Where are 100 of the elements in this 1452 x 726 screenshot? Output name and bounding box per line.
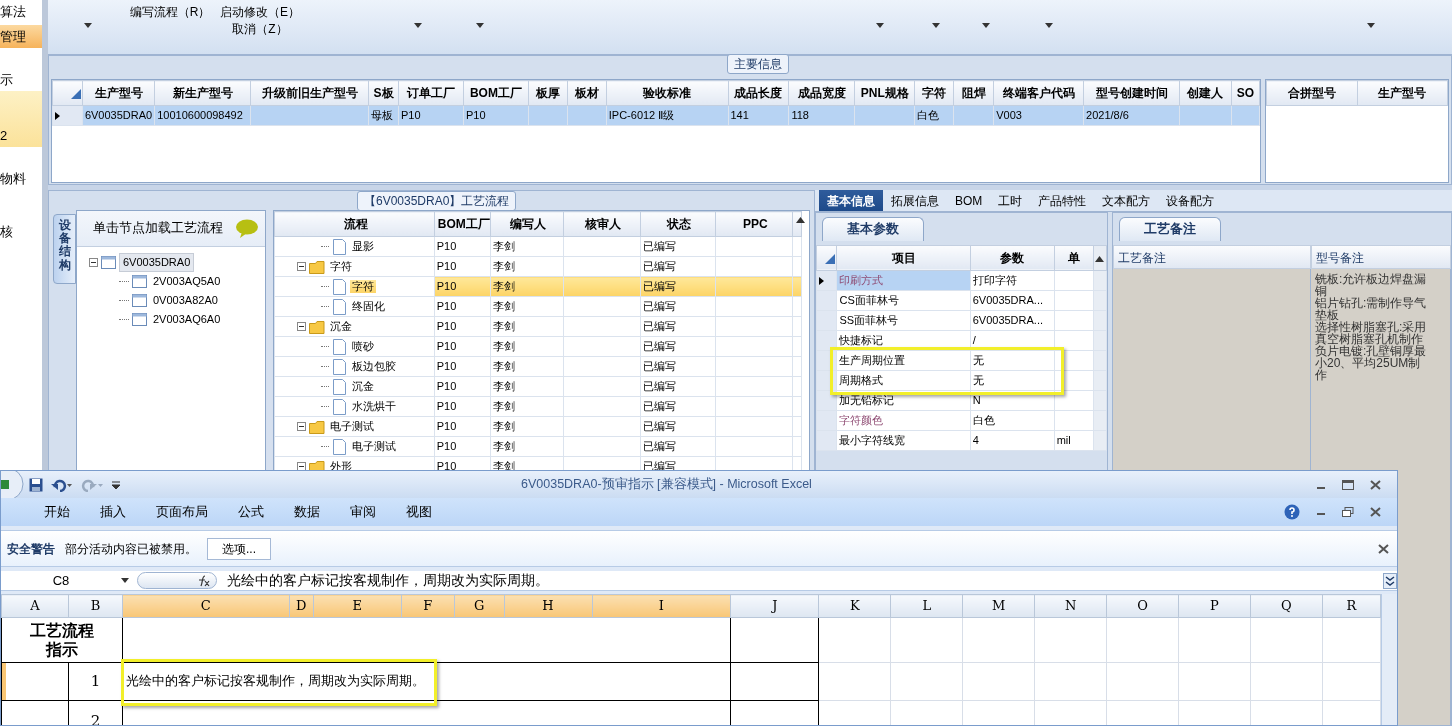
column-header[interactable]: 型号备注 bbox=[1311, 244, 1451, 269]
column-header[interactable]: P bbox=[1178, 594, 1251, 617]
tab[interactable]: 工时 bbox=[990, 190, 1031, 211]
caret-icon[interactable] bbox=[1367, 23, 1375, 28]
ribbon-tab[interactable]: 公式 bbox=[223, 500, 279, 524]
column-header[interactable]: 创建人 bbox=[1179, 80, 1232, 106]
ribbon-tab[interactable]: 页面布局 bbox=[141, 500, 223, 524]
help-icon[interactable] bbox=[1284, 504, 1300, 520]
process-step[interactable]: 喷砂 bbox=[349, 340, 376, 353]
sidebar-item[interactable]: 核 bbox=[0, 220, 42, 243]
customize-icon[interactable] bbox=[111, 479, 121, 490]
tab[interactable]: 工艺备注 bbox=[1119, 217, 1221, 241]
side-tab[interactable]: 设备结构 bbox=[53, 214, 76, 284]
column-header[interactable]: B bbox=[68, 594, 123, 617]
ribbon-tab[interactable]: 插入 bbox=[85, 500, 141, 524]
toolbar-button[interactable]: 编写流程（R） bbox=[129, 4, 211, 21]
column-header[interactable]: 板厚 bbox=[528, 80, 568, 106]
save-icon[interactable] bbox=[29, 477, 43, 492]
column-header[interactable]: 终端客户代码 bbox=[993, 80, 1084, 106]
sidebar-item[interactable]: 物料 bbox=[0, 167, 42, 190]
tree-node[interactable]: 2V003AQ5A0 bbox=[150, 273, 224, 290]
column-header[interactable]: A bbox=[1, 594, 69, 617]
collapse-icon[interactable] bbox=[296, 262, 306, 271]
column-header[interactable]: 项目 bbox=[837, 245, 971, 271]
tab[interactable]: 基本参数 bbox=[822, 217, 924, 241]
maximize-icon[interactable] bbox=[1342, 479, 1354, 490]
ribbon-tab[interactable]: 数据 bbox=[279, 500, 335, 524]
caret-icon[interactable] bbox=[876, 23, 884, 28]
scrollbar[interactable] bbox=[1381, 594, 1397, 725]
close-icon[interactable] bbox=[1370, 507, 1381, 517]
column-header[interactable]: 新生产型号 bbox=[154, 80, 251, 106]
caret-icon[interactable] bbox=[932, 23, 940, 28]
process-step[interactable]: 字符 bbox=[327, 260, 354, 273]
column-header[interactable]: 成品宽度 bbox=[788, 80, 855, 106]
column-header[interactable]: Q bbox=[1250, 594, 1323, 617]
sidebar-item[interactable]: 算法 bbox=[0, 0, 42, 23]
restore-icon[interactable] bbox=[1342, 507, 1354, 517]
caret-icon[interactable] bbox=[1045, 23, 1053, 28]
name-box[interactable]: C8 bbox=[1, 570, 121, 591]
column-header[interactable]: I bbox=[592, 594, 731, 617]
column-header[interactable]: 核审人 bbox=[563, 211, 641, 237]
column-header[interactable]: 参数 bbox=[970, 245, 1055, 271]
column-header[interactable]: 板材 bbox=[567, 80, 607, 106]
column-header[interactable]: S板 bbox=[368, 80, 399, 106]
column-header[interactable]: 编写人 bbox=[490, 211, 564, 237]
close-icon[interactable] bbox=[1370, 479, 1381, 490]
tab[interactable]: 基本信息 bbox=[819, 190, 883, 211]
column-header[interactable]: PNL规格 bbox=[854, 80, 915, 106]
process-step[interactable]: 沉金 bbox=[349, 380, 376, 393]
tab[interactable]: 文本配方 bbox=[1094, 190, 1159, 211]
tab[interactable]: BOM bbox=[947, 190, 991, 211]
column-header[interactable]: 流程 bbox=[274, 211, 435, 237]
column-header[interactable]: 升级前旧生产型号 bbox=[250, 80, 369, 106]
column-header[interactable]: G bbox=[454, 594, 505, 617]
process-step[interactable]: 电子测试 bbox=[349, 440, 398, 453]
caret-icon[interactable] bbox=[476, 23, 484, 28]
column-header[interactable]: K bbox=[818, 594, 891, 617]
ribbon-tab[interactable]: 视图 bbox=[391, 500, 447, 524]
sidebar-item[interactable]: 2 bbox=[0, 91, 42, 147]
column-header[interactable]: 单 bbox=[1054, 245, 1094, 271]
collapse-icon[interactable] bbox=[89, 258, 98, 267]
column-header[interactable]: 成品长度 bbox=[728, 80, 789, 106]
tree-node[interactable]: 0V003A82A0 bbox=[150, 292, 221, 309]
office-button-icon[interactable] bbox=[1, 471, 25, 498]
tab[interactable]: 设备配方 bbox=[1158, 190, 1223, 211]
column-header[interactable]: 型号创建时间 bbox=[1083, 80, 1180, 106]
column-header[interactable]: J bbox=[730, 594, 819, 617]
column-header[interactable]: 生产型号 bbox=[82, 80, 155, 106]
column-header[interactable]: L bbox=[890, 594, 963, 617]
column-header[interactable]: 生产型号 bbox=[1357, 80, 1448, 106]
scroll-up-icon[interactable] bbox=[1095, 255, 1105, 262]
close-icon[interactable] bbox=[1378, 543, 1389, 554]
tree-node[interactable]: 6V0035DRA0 bbox=[119, 253, 195, 272]
sidebar-item[interactable]: 管理 bbox=[0, 25, 42, 48]
column-header[interactable]: N bbox=[1034, 594, 1107, 617]
column-header[interactable]: D bbox=[289, 594, 314, 617]
toolbar-button[interactable]: 取消（Z） bbox=[232, 21, 288, 38]
column-header[interactable]: BOM工厂 bbox=[434, 211, 491, 237]
tab[interactable]: 产品特性 bbox=[1030, 190, 1095, 211]
column-header[interactable]: 状态 bbox=[640, 211, 716, 237]
ribbon-tab[interactable]: 开始 bbox=[29, 500, 85, 524]
toolbar-button[interactable]: 启动修改（E） bbox=[220, 4, 300, 21]
undo-icon[interactable] bbox=[51, 477, 73, 492]
tab[interactable]: 拓展信息 bbox=[883, 190, 947, 211]
collapse-icon[interactable] bbox=[296, 422, 306, 431]
function-icon[interactable] bbox=[196, 574, 210, 587]
expand-icon[interactable] bbox=[1383, 572, 1397, 589]
process-step[interactable]: 终固化 bbox=[349, 300, 387, 313]
column-header[interactable]: 订单工厂 bbox=[398, 80, 464, 106]
column-header[interactable]: M bbox=[962, 594, 1035, 617]
options-button[interactable]: 选项... bbox=[207, 537, 271, 560]
scroll-up-icon[interactable] bbox=[796, 217, 805, 223]
column-header[interactable]: F bbox=[401, 594, 455, 617]
collapse-icon[interactable] bbox=[296, 322, 306, 331]
column-header[interactable]: PPC bbox=[715, 211, 793, 237]
caret-icon[interactable] bbox=[84, 23, 92, 28]
ribbon-tab[interactable]: 审阅 bbox=[335, 500, 391, 524]
column-header[interactable]: 阻焊 bbox=[953, 80, 994, 106]
process-step[interactable]: 沉金 bbox=[327, 320, 354, 333]
column-header[interactable]: 验收标准 bbox=[606, 80, 728, 106]
